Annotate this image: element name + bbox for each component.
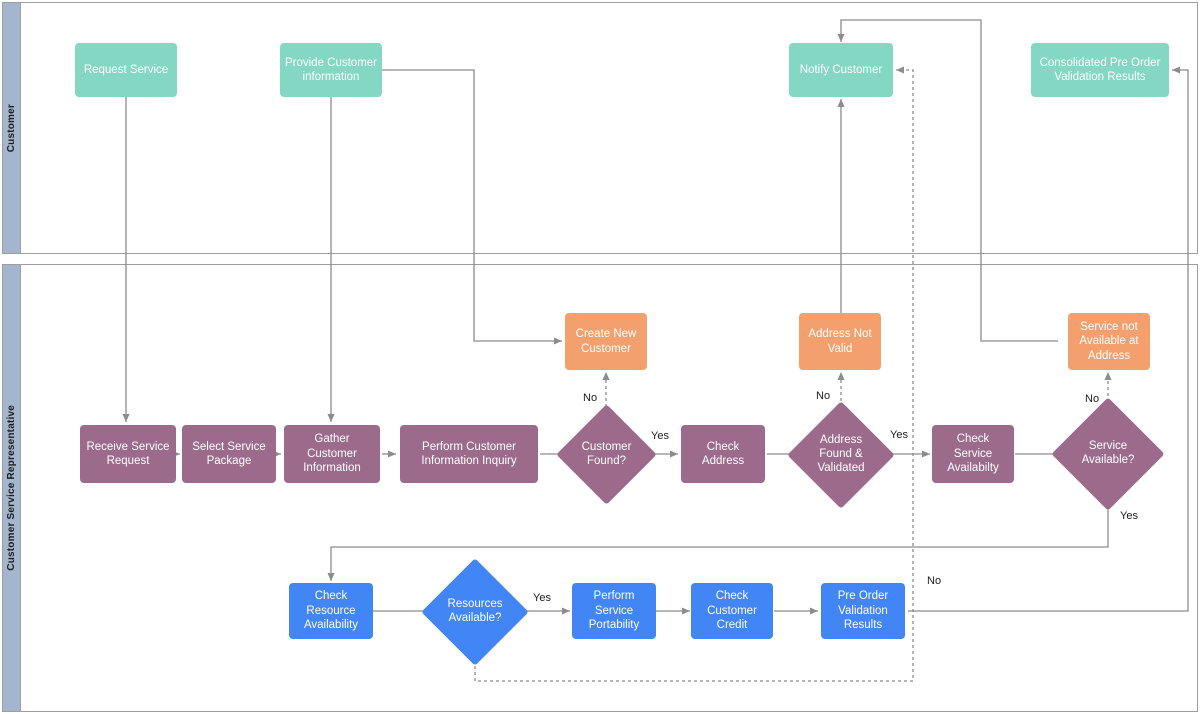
lane-label-csr: Customer Service Representative <box>6 405 17 571</box>
node-service-not-available-at-address[interactable]: Service not Available at Address <box>1068 313 1150 370</box>
node-label: Check Service Availabilty <box>947 433 999 475</box>
node-perform-service-portability[interactable]: Perform Service Portability <box>572 583 656 639</box>
edge-label-resources-no: No <box>927 575 942 587</box>
edge-label-customer-found-yes: Yes <box>651 430 669 442</box>
node-label: Perform Service Portability <box>588 590 640 632</box>
node-label: Check Address <box>701 440 745 467</box>
node-label: Perform Customer Information Inquiry <box>421 440 517 467</box>
node-label: Select Service Package <box>192 440 266 467</box>
node-label: Provide Customer information <box>284 56 378 83</box>
node-label: Pre Order Validation Results <box>837 590 889 632</box>
node-label: Service Available? <box>1081 440 1135 466</box>
node-label: Check Customer Credit <box>707 590 757 632</box>
node-label: Receive Service Request <box>86 440 170 467</box>
node-perform-customer-information-inquiry[interactable]: Perform Customer Information Inquiry <box>400 425 538 483</box>
lane-label-customer: Customer <box>6 103 17 153</box>
node-consolidated-pre-order-validation-results[interactable]: Consolidated Pre Order Validation Result… <box>1031 43 1169 97</box>
edge-label-service-no: No <box>1085 393 1100 405</box>
node-address-found-validated-decision[interactable]: Address Found & Validated <box>787 401 895 509</box>
edge-label-address-yes: Yes <box>890 429 908 441</box>
lane-header-csr: Customer Service Representative <box>3 265 21 711</box>
node-label: Customer Found? <box>581 440 632 467</box>
node-label: Check Resource Availability <box>303 590 359 632</box>
node-label: Address Not Valid <box>808 328 872 355</box>
swimlane-diagram-canvas: Customer Customer Service Representative <box>0 0 1200 714</box>
node-label: Service not Available at Address <box>1079 320 1139 362</box>
node-label: Consolidated Pre Order Validation Result… <box>1039 56 1161 83</box>
node-check-address[interactable]: Check Address <box>681 425 765 483</box>
edge-label-resources-yes: Yes <box>533 592 551 604</box>
lane-customer <box>2 2 1198 254</box>
node-gather-customer-information[interactable]: Gather Customer Information <box>284 425 380 483</box>
node-pre-order-validation-results[interactable]: Pre Order Validation Results <box>821 583 905 639</box>
edge-label-address-no: No <box>816 390 831 402</box>
node-service-available-decision[interactable]: Service Available? <box>1051 397 1165 511</box>
node-request-service[interactable]: Request Service <box>75 43 177 97</box>
edge-label-service-yes: Yes <box>1120 510 1138 522</box>
node-create-new-customer[interactable]: Create New Customer <box>565 313 647 370</box>
node-label: Resources Available? <box>447 598 503 624</box>
node-resources-available-decision[interactable]: Resources Available? <box>421 558 529 666</box>
node-label: Notify Customer <box>799 63 883 76</box>
node-check-service-availability[interactable]: Check Service Availabilty <box>932 425 1014 483</box>
node-customer-found-decision[interactable]: Customer Found? <box>556 404 657 505</box>
node-notify-customer[interactable]: Notify Customer <box>789 43 893 97</box>
node-check-customer-credit[interactable]: Check Customer Credit <box>691 583 773 639</box>
node-receive-service-request[interactable]: Receive Service Request <box>80 425 176 483</box>
node-check-resource-availability[interactable]: Check Resource Availability <box>289 583 373 639</box>
lane-header-customer: Customer <box>3 3 21 253</box>
node-address-not-valid[interactable]: Address Not Valid <box>799 313 881 370</box>
node-select-service-package[interactable]: Select Service Package <box>182 425 276 483</box>
node-label: Request Service <box>83 63 169 76</box>
node-label: Create New Customer <box>575 328 637 355</box>
node-label: Address Found & Validated <box>817 434 865 474</box>
node-label: Gather Customer Information <box>303 433 361 475</box>
edge-label-customer-found-no: No <box>583 392 598 404</box>
node-provide-customer-information[interactable]: Provide Customer information <box>280 43 382 97</box>
